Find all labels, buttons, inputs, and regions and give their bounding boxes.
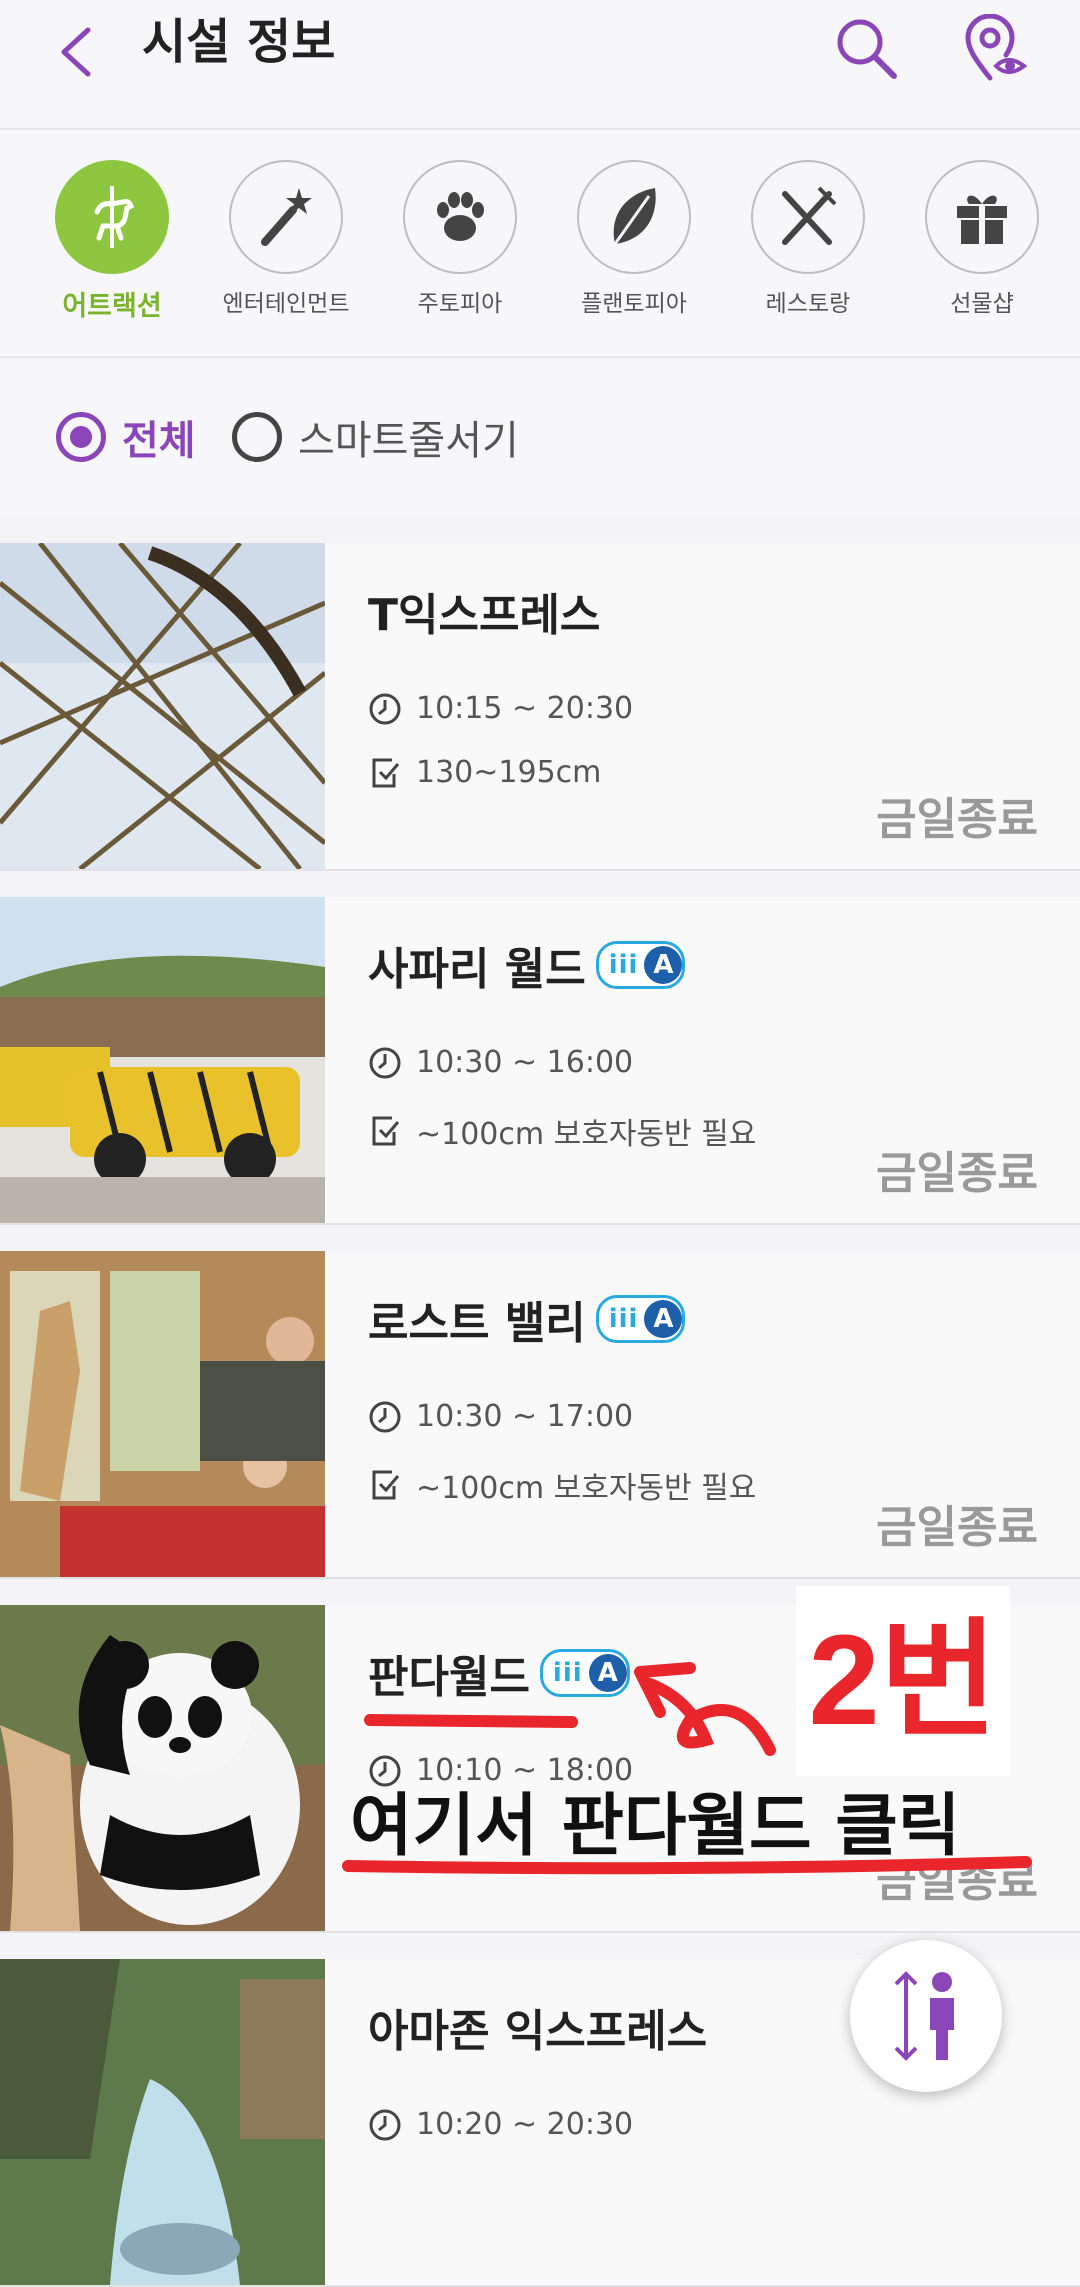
annotation-underline-long (342, 1856, 1032, 1875)
annotation-underline-short (364, 1714, 578, 1728)
height-check-fab[interactable] (850, 1940, 1002, 2092)
annotation-strokes (342, 1662, 1032, 1875)
height-measure-icon (894, 1971, 954, 2061)
annotation-arrow-curve (644, 1678, 776, 1756)
